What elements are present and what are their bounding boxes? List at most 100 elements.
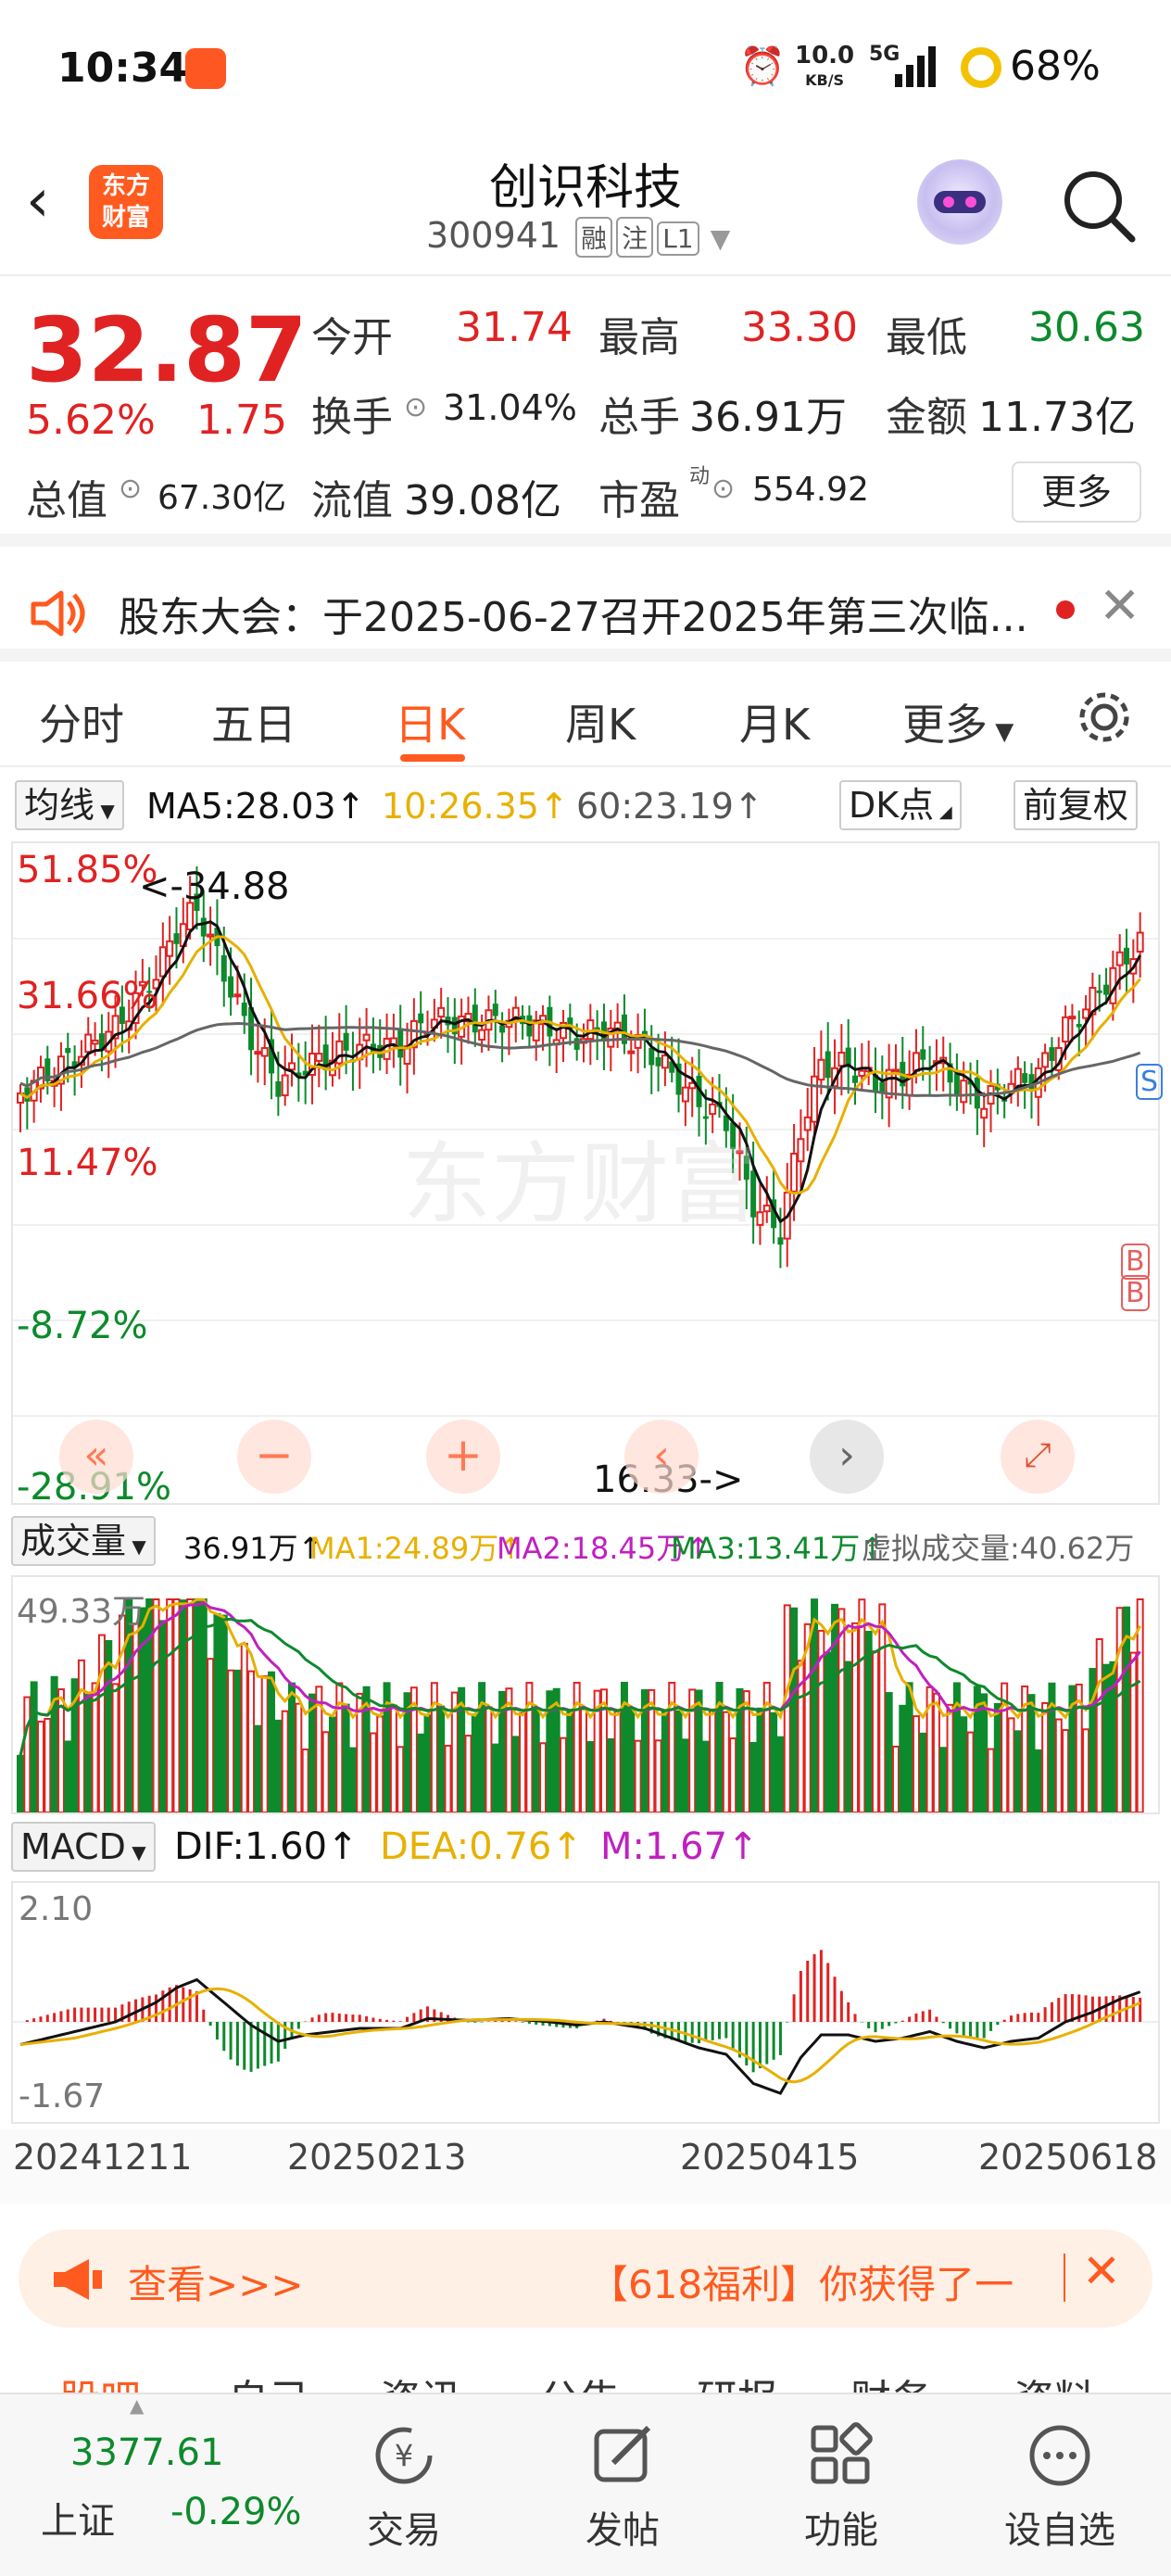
- volume-bar: [634, 1739, 642, 1812]
- tab-five-day[interactable]: 五日: [211, 691, 296, 752]
- volume-selector[interactable]: 成交量 ▼: [11, 1516, 156, 1566]
- assistant-robot-icon[interactable]: [917, 159, 1002, 245]
- nav-functions[interactable]: 功能: [767, 2500, 915, 2554]
- trade-yen-icon[interactable]: ¥: [371, 2422, 437, 2489]
- nav-trade[interactable]: 交易: [330, 2500, 478, 2554]
- volume-bar: [207, 1658, 215, 1812]
- more-dots-icon[interactable]: [1026, 2422, 1093, 2489]
- amount-value: 11.73亿: [978, 394, 1136, 441]
- nav-post[interactable]: 发帖: [548, 2500, 697, 2554]
- adjust-button[interactable]: 前复权: [1014, 780, 1139, 830]
- candle-body: [478, 1029, 486, 1042]
- candle-body: [1022, 1073, 1028, 1083]
- high-value: 33.30: [741, 304, 858, 351]
- volume-bar: [613, 1710, 622, 1812]
- volume-bar: [776, 1736, 785, 1812]
- ma-selector[interactable]: 均线 ▼: [15, 780, 124, 830]
- open-value: 31.74: [456, 304, 573, 351]
- candle-body: [207, 933, 215, 938]
- volume-ma3: MA3:13.41万↑: [671, 1531, 886, 1566]
- info-icon[interactable]: ⊙: [119, 473, 142, 505]
- caret-up-icon[interactable]: ▲: [130, 2394, 144, 2417]
- scroll-left-fast-icon[interactable]: «: [59, 1420, 133, 1494]
- volume-bar: [233, 1669, 242, 1812]
- peek-tab[interactable]: 资讯: [380, 2367, 461, 2394]
- tab-daily-k[interactable]: 日K: [395, 691, 465, 752]
- candlestick-chart[interactable]: 51.85% 31.66% 11.47% -8.72% -28.91% <-34…: [11, 841, 1164, 1509]
- promo-view-link[interactable]: 查看>>>: [128, 2254, 304, 2310]
- buy-marker[interactable]: B: [1121, 1275, 1150, 1311]
- candle-body: [858, 1069, 866, 1078]
- info-icon[interactable]: ⊙: [711, 473, 735, 505]
- index-value[interactable]: 3377.61: [70, 2431, 223, 2474]
- candle-body: [891, 1068, 900, 1073]
- close-icon[interactable]: ✕: [1099, 576, 1140, 635]
- more-button[interactable]: 更多: [1012, 461, 1141, 523]
- ma10-value: 10:26.35↑: [382, 786, 569, 827]
- gear-icon[interactable]: [1075, 688, 1134, 747]
- nav-add-watchlist[interactable]: 设自选: [986, 2500, 1134, 2554]
- volume-bar: [260, 1675, 269, 1812]
- signal-bars-icon: [895, 46, 936, 87]
- network-speed: 10.0 KB/S: [795, 42, 855, 89]
- promo-banner[interactable]: 查看>>> 【618福利】你获得了一 ✕: [19, 2229, 1152, 2328]
- pe-value: 554.92: [752, 471, 869, 509]
- candle-body: [953, 1073, 960, 1095]
- notice-text: 股东大会：于2025-06-27召开2025年第三次临...: [119, 594, 1026, 641]
- volume-bar: [1115, 1607, 1124, 1812]
- peek-tab[interactable]: 公告: [539, 2367, 621, 2394]
- volume-bar: [891, 1745, 900, 1812]
- index-name[interactable]: 上证: [41, 2491, 115, 2544]
- peek-tab[interactable]: 股吧: [59, 2367, 141, 2394]
- high-label: 最高: [598, 314, 680, 361]
- app-notification-icon: [185, 48, 226, 89]
- close-icon[interactable]: ✕: [1082, 2244, 1121, 2298]
- dk-point-button[interactable]: DK点 ◢: [839, 780, 962, 830]
- notice-bar[interactable]: 股东大会：于2025-06-27召开2025年第三次临... ✕: [0, 560, 1171, 662]
- tab-intraday[interactable]: 分时: [39, 691, 124, 752]
- candle-body: [472, 1004, 478, 1033]
- zoom-out-icon[interactable]: −: [237, 1420, 311, 1494]
- macd-selector[interactable]: MACD ▼: [11, 1822, 156, 1872]
- volume-bar: [1102, 1663, 1111, 1812]
- macd-m: M:1.67↑: [600, 1825, 759, 1868]
- index-pct[interactable]: -0.29%: [170, 2491, 302, 2533]
- scroll-right-icon[interactable]: ›: [810, 1420, 884, 1494]
- sell-marker[interactable]: S: [1136, 1064, 1164, 1100]
- candle-body: [383, 1038, 391, 1060]
- volume-bar: [1014, 1730, 1022, 1812]
- search-icon[interactable]: [1060, 167, 1138, 245]
- candle-body: [1076, 1024, 1082, 1028]
- stock-code-row[interactable]: 300941 融注 L1 ▼: [426, 215, 730, 258]
- candle-body: [200, 917, 207, 937]
- post-edit-icon[interactable]: [589, 2422, 656, 2489]
- stock-code: 300941: [426, 215, 561, 256]
- fullscreen-icon[interactable]: ⤢: [1001, 1420, 1075, 1494]
- peek-tab[interactable]: 财务: [850, 2367, 932, 2394]
- volume-bar: [444, 1744, 452, 1812]
- volume-bar: [701, 1740, 710, 1812]
- volume-bar: [199, 1598, 208, 1812]
- volume-bar: [905, 1682, 913, 1812]
- peek-tab[interactable]: 资料: [1014, 2367, 1095, 2394]
- macd-bottom-label: -1.67: [19, 2077, 106, 2115]
- turnover-value: 31.04%: [443, 387, 577, 428]
- volume-bar: [321, 1731, 330, 1812]
- volume-bar: [580, 1708, 587, 1812]
- volume-bar: [864, 1631, 873, 1812]
- volume-bar: [946, 1703, 954, 1812]
- zoom-in-icon[interactable]: +: [426, 1420, 500, 1494]
- tab-monthly-k[interactable]: 月K: [739, 691, 810, 752]
- peek-tab[interactable]: 研报: [697, 2367, 778, 2394]
- tab-more[interactable]: 更多 ▼: [902, 691, 1014, 752]
- volume-chart[interactable]: 49.33万: [11, 1575, 1160, 1814]
- scroll-left-icon[interactable]: ‹: [624, 1420, 699, 1494]
- candle-body: [825, 1051, 831, 1079]
- peek-tab[interactable]: 自己: [228, 2367, 309, 2394]
- functions-grid-icon[interactable]: [808, 2422, 875, 2489]
- volume-bar: [295, 1702, 303, 1812]
- tab-weekly-k[interactable]: 周K: [565, 691, 636, 752]
- volume-bar: [158, 1620, 167, 1812]
- info-icon[interactable]: ⊙: [404, 391, 427, 423]
- macd-chart[interactable]: 2.10 -1.67: [11, 1881, 1160, 2124]
